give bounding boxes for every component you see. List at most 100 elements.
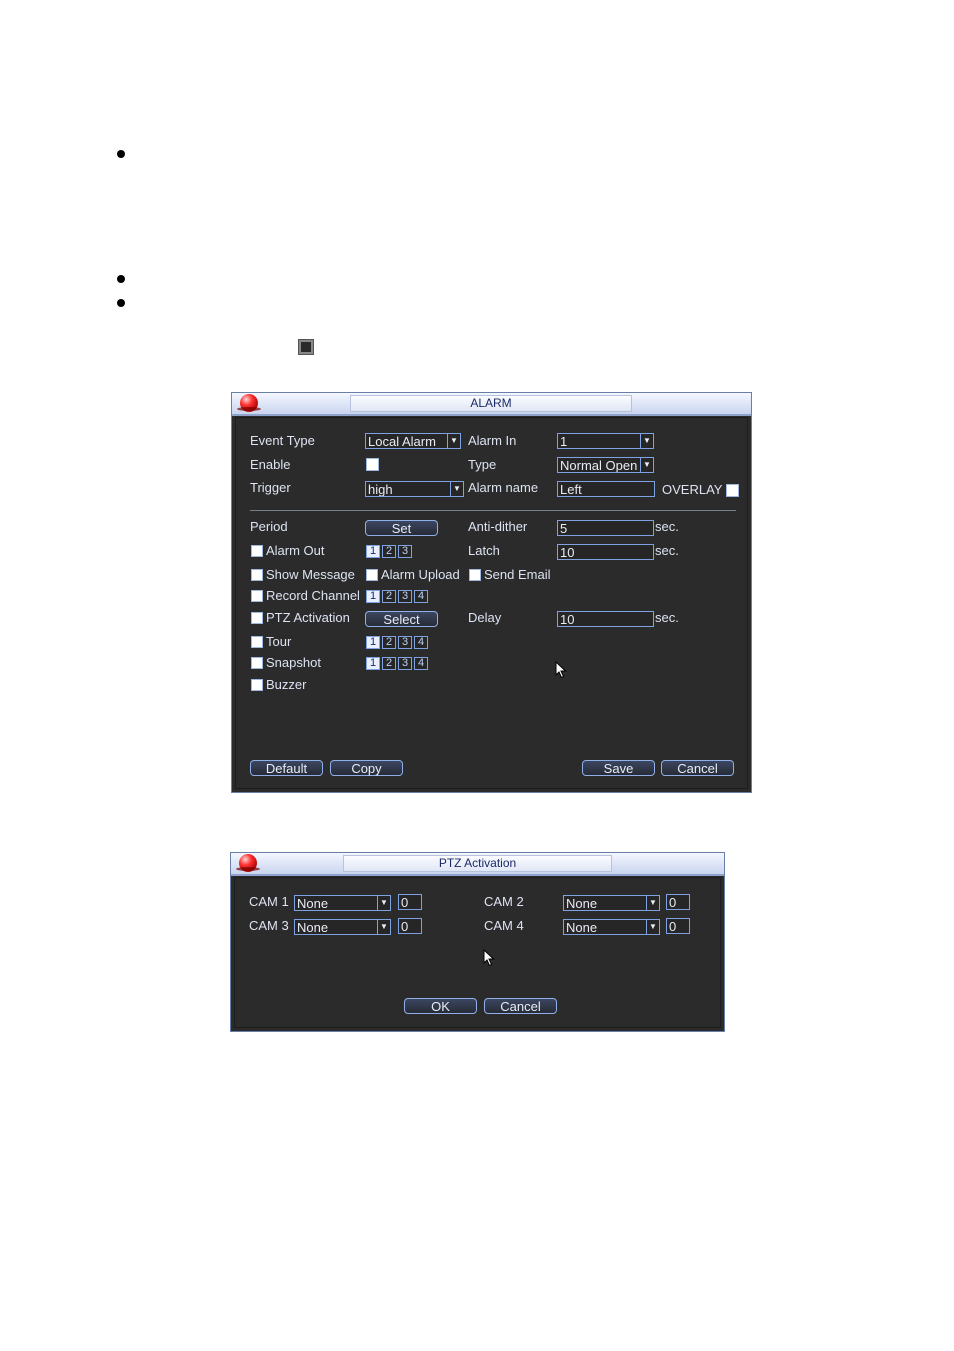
alarm-dialog: ALARM Event Type Local Alarm ▼ Alarm In … [231, 392, 752, 793]
cam4-value: None [566, 920, 598, 935]
latch-label: Latch [468, 543, 500, 558]
chevron-down-icon[interactable]: ▼ [377, 896, 390, 910]
alarm-in-select[interactable]: 1 ▼ [557, 433, 654, 449]
ptz-activation-label: PTZ Activation [266, 610, 350, 625]
cam3-label: CAM 3 [249, 918, 289, 933]
snapshot-channel-1[interactable]: 1 [366, 657, 380, 670]
trigger-select[interactable]: high ▼ [365, 481, 464, 497]
delay-label: Delay [468, 610, 502, 625]
divider [250, 510, 736, 511]
chevron-down-icon[interactable]: ▼ [377, 920, 390, 934]
alarm-out-label: Alarm Out [266, 543, 325, 558]
cam2-number-input[interactable]: 0 [666, 894, 690, 910]
alarm-in-label: Alarm In [468, 433, 517, 448]
record-channel-label: Record Channel [266, 588, 360, 603]
cam4-select[interactable]: None ▼ [563, 919, 660, 935]
cam3-value: None [297, 920, 329, 935]
record-channel-checkbox[interactable] [251, 590, 263, 602]
alarm-name-input[interactable]: Left [557, 481, 655, 497]
enable-checkbox[interactable] [366, 458, 379, 471]
cam4-label: CAM 4 [484, 918, 524, 933]
mouse-cursor-icon [555, 660, 567, 679]
delay-input[interactable]: 10 [557, 611, 654, 627]
show-message-checkbox[interactable] [251, 569, 263, 581]
ptz-activation-dialog: PTZ Activation CAM 1 None ▼ 0 CAM 2 None… [230, 852, 725, 1032]
send-email-checkbox[interactable] [469, 569, 481, 581]
period-label: Period [250, 519, 288, 534]
cam2-label: CAM 2 [484, 894, 524, 909]
alarm-in-value: 1 [560, 434, 568, 449]
cam1-select[interactable]: None ▼ [294, 895, 391, 911]
show-message-label: Show Message [266, 567, 355, 582]
cam3-number-input[interactable]: 0 [398, 918, 422, 934]
trigger-label: Trigger [250, 480, 291, 495]
latch-input[interactable]: 10 [557, 544, 654, 560]
alarm-title: ALARM [350, 395, 632, 412]
type-value: Normal Open [560, 458, 638, 473]
snapshot-channel-2[interactable]: 2 [382, 657, 396, 670]
cam1-number-input[interactable]: 0 [398, 894, 422, 910]
ptz-logo-icon [236, 854, 260, 872]
bullet-1 [117, 150, 125, 158]
record-channel-2[interactable]: 2 [382, 590, 396, 603]
overlay-checkbox[interactable] [726, 484, 739, 497]
copy-button[interactable]: Copy [330, 760, 403, 776]
chevron-down-icon[interactable]: ▼ [450, 482, 463, 496]
cam3-select[interactable]: None ▼ [294, 919, 391, 935]
tour-checkbox[interactable] [251, 636, 263, 648]
alarm-out-channel-3[interactable]: 3 [398, 545, 412, 558]
snapshot-checkbox[interactable] [251, 657, 263, 669]
mouse-cursor-icon [483, 948, 495, 967]
snapshot-channel-4[interactable]: 4 [414, 657, 428, 670]
ptz-activation-checkbox[interactable] [251, 612, 263, 624]
tour-channel-3[interactable]: 3 [398, 636, 412, 649]
alarm-upload-checkbox[interactable] [366, 569, 378, 581]
event-type-value: Local Alarm [368, 434, 436, 449]
record-channel-1[interactable]: 1 [366, 590, 380, 603]
chevron-down-icon[interactable]: ▼ [646, 920, 659, 934]
anti-dither-unit: sec. [655, 519, 679, 534]
chevron-down-icon[interactable]: ▼ [640, 458, 653, 472]
save-button[interactable]: Save [582, 760, 655, 776]
anti-dither-label: Anti-dither [468, 519, 528, 534]
record-channel-4[interactable]: 4 [414, 590, 428, 603]
ptz-cancel-button[interactable]: Cancel [484, 998, 557, 1014]
cam4-number-input[interactable]: 0 [666, 918, 690, 934]
tour-label: Tour [266, 634, 292, 649]
tour-channel-4[interactable]: 4 [414, 636, 428, 649]
alarm-out-channel-2[interactable]: 2 [382, 545, 396, 558]
type-select[interactable]: Normal Open ▼ [557, 457, 654, 473]
cam2-select[interactable]: None ▼ [563, 895, 660, 911]
event-type-select[interactable]: Local Alarm ▼ [365, 433, 461, 449]
chevron-down-icon[interactable]: ▼ [447, 434, 460, 448]
cancel-button[interactable]: Cancel [661, 760, 734, 776]
record-channel-3[interactable]: 3 [398, 590, 412, 603]
buzzer-checkbox[interactable] [251, 679, 263, 691]
anti-dither-input[interactable]: 5 [557, 520, 654, 536]
set-button[interactable]: Set [365, 520, 438, 536]
type-label: Type [468, 457, 497, 472]
alarm-logo-icon [237, 394, 261, 412]
alarm-name-label: Alarm name [468, 480, 539, 495]
alarm-out-checkbox[interactable] [251, 545, 263, 557]
cam1-label: CAM 1 [249, 894, 289, 909]
ptz-title: PTZ Activation [343, 855, 612, 872]
tour-channel-2[interactable]: 2 [382, 636, 396, 649]
bullet-2 [117, 275, 125, 283]
select-button[interactable]: Select [365, 611, 438, 627]
ok-button[interactable]: OK [404, 998, 477, 1014]
cam2-value: None [566, 896, 598, 911]
latch-unit: sec. [655, 543, 679, 558]
chevron-down-icon[interactable]: ▼ [646, 896, 659, 910]
delay-unit: sec. [655, 610, 679, 625]
default-button[interactable]: Default [250, 760, 323, 776]
overlay-label: OVERLAY [662, 482, 723, 497]
tour-channel-1[interactable]: 1 [366, 636, 380, 649]
cam1-value: None [297, 896, 329, 911]
trigger-value: high [368, 482, 393, 497]
bullet-3 [117, 299, 125, 307]
chevron-down-icon[interactable]: ▼ [640, 434, 653, 448]
checkbox-icon [298, 339, 314, 355]
snapshot-channel-3[interactable]: 3 [398, 657, 412, 670]
alarm-out-channel-1[interactable]: 1 [366, 545, 380, 558]
